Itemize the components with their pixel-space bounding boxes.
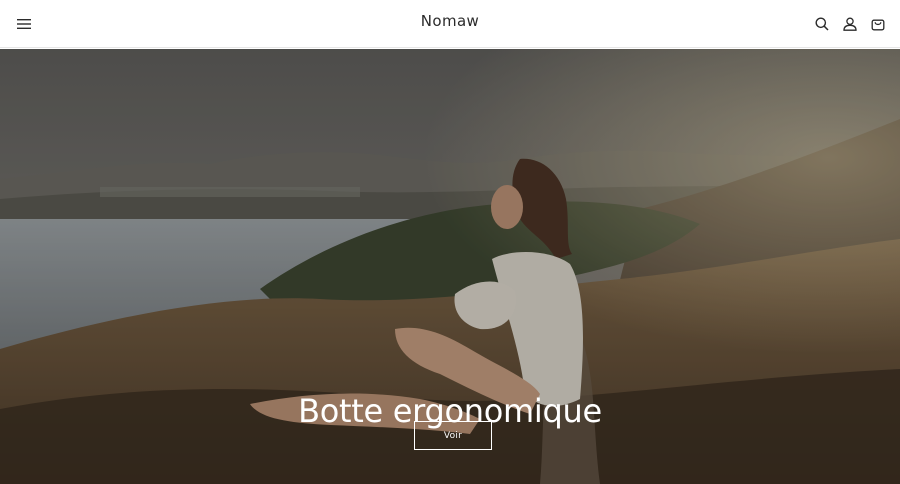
cart-icon (871, 19, 885, 31)
brand-link[interactable]: Nomaw (421, 12, 479, 30)
hero-cta-button[interactable]: Voir (414, 421, 492, 450)
hero-banner: Botte ergonomique Voir (0, 49, 900, 484)
brand-logo[interactable]: Nomaw (0, 12, 900, 30)
search-button[interactable] (810, 12, 834, 36)
account-icon (843, 17, 857, 31)
site-header: Nomaw (0, 0, 900, 48)
search-icon (815, 17, 829, 31)
account-button[interactable] (838, 12, 862, 36)
cart-button[interactable] (866, 12, 890, 36)
